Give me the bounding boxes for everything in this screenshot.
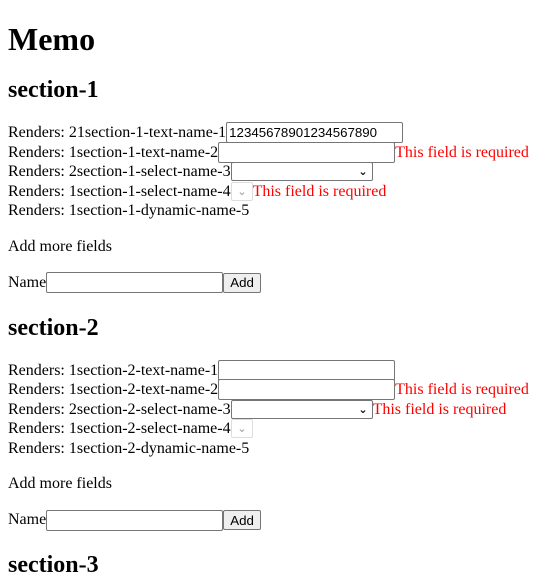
field-row: Renders: 1section-1-dynamic-name-5: [8, 201, 546, 221]
field-label: Renders: 1section-2-select-name-4: [8, 420, 231, 438]
name-input[interactable]: [46, 272, 224, 293]
add-field-form: Name Add: [8, 509, 546, 531]
chevron-down-icon: ⌄: [237, 422, 247, 436]
text-input[interactable]: [218, 141, 396, 163]
field-label: Renders: 1section-1-select-name-4: [8, 182, 231, 200]
field-row: Renders: 2section-2-select-name-3 ⌄ This…: [8, 399, 546, 420]
add-more-label: Add more fields: [8, 237, 112, 255]
field-label: Renders: 1section-2-text-name-2: [8, 381, 219, 399]
text-input[interactable]: [226, 122, 404, 144]
page-title: Memo: [8, 21, 96, 57]
chevron-down-icon: ⌄: [358, 165, 368, 179]
add-field-form: Name Add: [8, 272, 546, 294]
name-label: Name: [8, 273, 47, 291]
field-row: Renders: 1section-1-text-name-2 This fie…: [8, 141, 546, 163]
field-row: Renders: 1section-2-text-name-1: [8, 359, 546, 381]
field-label: Renders: 1section-1-dynamic-name-5: [8, 202, 250, 220]
section-heading: section-1: [8, 77, 99, 103]
field-label: Renders: 21section-1-text-name-1: [8, 124, 227, 142]
field-row: Renders: 1section-1-select-name-4 ⌄ This…: [8, 181, 546, 202]
error-message: This field is required: [395, 381, 529, 399]
field-label: Renders: 1section-2-text-name-1: [8, 361, 219, 379]
select-dropdown[interactable]: ⌄: [230, 162, 373, 182]
text-input[interactable]: [218, 379, 396, 401]
error-message: This field is required: [372, 400, 507, 418]
field-row: Renders: 1section-2-text-name-2 This fie…: [8, 379, 546, 401]
field-label: Renders: 2section-2-select-name-3: [8, 400, 231, 418]
field-row: Renders: 1section-2-dynamic-name-5: [8, 439, 546, 459]
section-heading: section-2: [8, 314, 99, 341]
text-input[interactable]: [218, 359, 396, 381]
select-dropdown[interactable]: ⌄: [230, 399, 373, 419]
chevron-down-icon: ⌄: [237, 184, 247, 198]
field-row: Renders: 2section-1-select-name-3 ⌄: [8, 162, 546, 182]
error-message: This field is required: [252, 182, 387, 200]
section-2-fields: Renders: 1section-2-text-name-1 Renders:…: [8, 359, 546, 459]
add-button[interactable]: Add: [223, 272, 261, 293]
field-label: Renders: 2section-1-select-name-3: [8, 163, 231, 181]
field-row: Renders: 21section-1-text-name-1: [8, 122, 546, 144]
name-label: Name: [8, 511, 47, 528]
add-more-label: Add more fields: [8, 475, 112, 492]
field-row: Renders: 1section-2-select-name-4 ⌄: [8, 419, 546, 439]
select-dropdown[interactable]: ⌄: [230, 419, 253, 439]
field-label: Renders: 1section-1-text-name-2: [8, 143, 219, 161]
name-input[interactable]: [46, 509, 224, 531]
select-dropdown[interactable]: ⌄: [230, 181, 253, 201]
error-message: This field is required: [395, 143, 529, 161]
section-1-fields: Renders: 21section-1-text-name-1 Renders…: [8, 122, 546, 221]
field-label: Renders: 1section-2-dynamic-name-5: [8, 439, 250, 457]
chevron-down-icon: ⌄: [358, 402, 368, 416]
add-button[interactable]: Add: [223, 510, 261, 530]
section-heading: section-3: [8, 552, 99, 578]
